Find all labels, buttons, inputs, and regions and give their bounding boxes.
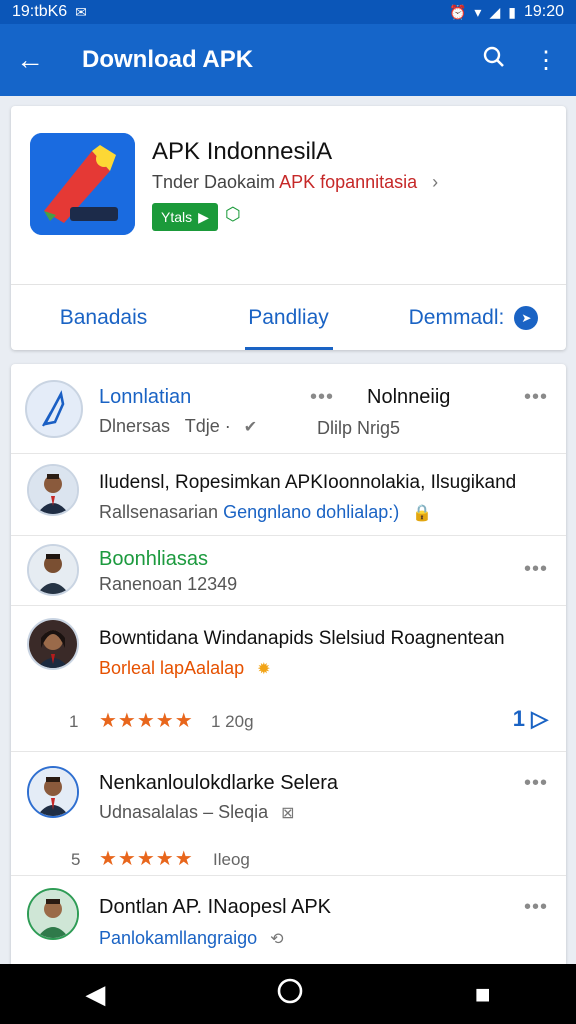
item-subtitle: Rallsenasarian Gengnlano dohlialap:) 🔒 — [99, 502, 432, 523]
list-item[interactable]: Boonhliasas Ranenoan 12349 ••• — [11, 536, 566, 606]
list-item[interactable]: Bowntidana Windanapids Slelsiud Roagnent… — [11, 606, 566, 752]
tab-demmadl[interactable]: Demmadl: ➤ — [381, 285, 566, 350]
item-sub-text: Panlokamllangraigo — [99, 928, 258, 948]
check-circle-icon: ✔ — [243, 419, 258, 436]
back-arrow-icon[interactable]: ← — [16, 44, 52, 76]
page-title: Download APK — [82, 46, 254, 73]
recents-nav-icon[interactable]: ■ — [475, 979, 491, 1010]
list-item[interactable]: Nenkanloulokdlarke Selera Udnasalalas – … — [11, 752, 566, 876]
item-subtitle: Panlokamllangraigo ⟲ — [99, 928, 284, 949]
app-info-card: APK IndonnesilA Tnder Daokaim APK fopann… — [11, 106, 566, 350]
more-dots-icon[interactable]: ••• — [524, 772, 548, 795]
app-subtitle-prefix: Tnder Daokaim — [152, 172, 276, 192]
page-indicator[interactable]: 1 ▷ — [513, 706, 548, 732]
status-time-left: 19:tbK6 — [12, 3, 68, 20]
star-rating: ★★★★★ — [99, 848, 194, 870]
notification-icon: ✉ — [75, 3, 87, 20]
review-list-card: Lonnlatian Dlnersas Tdje · ✔ ••• Nolnnei… — [11, 364, 566, 1024]
badge-star-icon: ✹ — [257, 661, 271, 678]
search-icon[interactable] — [480, 45, 508, 76]
user-avatar — [27, 888, 79, 940]
alarm-icon: ⏰ — [448, 3, 467, 20]
tab-banadais[interactable]: Banadais — [11, 285, 196, 350]
item-sub-b: Tdje · — [184, 416, 231, 436]
chevron-right-icon: › — [432, 172, 439, 192]
more-dots-icon[interactable]: ••• — [524, 386, 548, 409]
item-col2-title: Nolnneiig — [367, 386, 451, 408]
chat-icon: ➤ — [514, 305, 539, 330]
quill-avatar-icon — [25, 380, 83, 438]
item-subtitle: Borleal lapAalalap ✹ — [99, 658, 271, 679]
rating-number: 5 — [71, 850, 81, 869]
play-icon: ▶ — [198, 208, 209, 225]
more-dots-icon[interactable]: ••• — [524, 558, 548, 581]
tab-label: Demmadl: — [408, 305, 505, 329]
status-time-right: 19:20 — [523, 3, 564, 20]
install-badge-label: Ytals — [161, 209, 193, 225]
user-avatar — [27, 544, 79, 596]
tab-pandliay[interactable]: Pandliay — [196, 285, 381, 350]
install-badge[interactable]: Ytals ▶ — [152, 203, 218, 231]
app-subtitle[interactable]: Tnder Daokaim APK fopannitasia › — [152, 172, 438, 193]
rating-label: 1 20g — [211, 712, 254, 731]
wifi-icon: ▾ — [474, 3, 482, 20]
item-sub-text: Udnasalalas – Sleqia — [99, 802, 269, 822]
app-logo — [30, 133, 135, 235]
item-col2-sub: Dlilp Nrig5 — [317, 418, 401, 438]
item-title: Lonnlatian — [99, 386, 192, 408]
more-dots-icon[interactable]: ••• — [524, 896, 548, 919]
item-sub-highlight: Gengnlano dohlialap:) — [223, 502, 400, 522]
more-options-icon[interactable]: ⋮ — [532, 46, 560, 75]
close-badge-icon: ⊠ — [281, 805, 295, 822]
more-dots-icon[interactable]: ••• — [310, 386, 334, 409]
star-rating: ★★★★★ — [99, 710, 194, 732]
play-outline-icon: ▷ — [531, 706, 548, 731]
list-item[interactable]: Iludensl, Ropesimkan APKIoonnolakia, Ils… — [11, 454, 566, 536]
item-sub-prefix: Rallsenasarian — [99, 502, 219, 522]
list-item[interactable]: Lonnlatian Dlnersas Tdje · ✔ ••• Nolnnei… — [11, 364, 566, 454]
page-number: 1 — [512, 706, 525, 731]
verified-shield-icon: ⬡ — [225, 204, 241, 224]
refresh-badge-icon: ⟲ — [270, 931, 284, 948]
app-name: APK IndonnesilA — [152, 138, 333, 165]
item-title: Nenkanloulokdlarke Selera — [99, 772, 339, 794]
item-sub-text: Borleal lapAalalap — [99, 658, 245, 678]
item-title: Dontlan AP. INaopesl APK — [99, 896, 332, 918]
user-avatar — [27, 464, 79, 516]
item-sub-a: Dlnersas — [99, 416, 171, 436]
item-title: Boonhliasas — [99, 548, 208, 570]
status-bar: 19:tbK6 ✉ ⏰ ▾ ◢ ▮ 19:20 — [0, 0, 576, 24]
item-title: Iludensl, Ropesimkan APKIoonnolakia, Ils… — [99, 472, 517, 493]
user-avatar — [27, 766, 79, 818]
lock-icon: 🔒 — [412, 505, 433, 522]
tab-label: Banadais — [59, 305, 148, 329]
rating-label: Ileog — [213, 850, 250, 869]
app-subtitle-highlight: APK fopannitasia — [279, 172, 418, 192]
home-nav-icon[interactable] — [276, 977, 304, 1012]
tab-label: Pandliay — [248, 305, 329, 329]
user-avatar — [27, 618, 79, 670]
app-bar: ← Download APK ⋮ — [0, 24, 576, 96]
back-nav-icon[interactable]: ◀ — [85, 979, 105, 1010]
system-nav-bar: ◀ ■ — [0, 964, 576, 1024]
item-subtitle: Udnasalalas – Sleqia ⊠ — [99, 802, 295, 823]
item-title: Bowntidana Windanapids Slelsiud Roagnent… — [99, 628, 505, 649]
rating-number: 1 — [69, 712, 79, 731]
item-subtitle: Ranenoan 12349 — [99, 574, 238, 594]
item-subtitle: Dlnersas Tdje · ✔ — [99, 416, 257, 437]
tab-bar: Banadais Pandliay Demmadl: ➤ — [11, 284, 566, 350]
battery-icon: ▮ — [508, 3, 516, 20]
signal-icon: ◢ — [489, 3, 501, 20]
